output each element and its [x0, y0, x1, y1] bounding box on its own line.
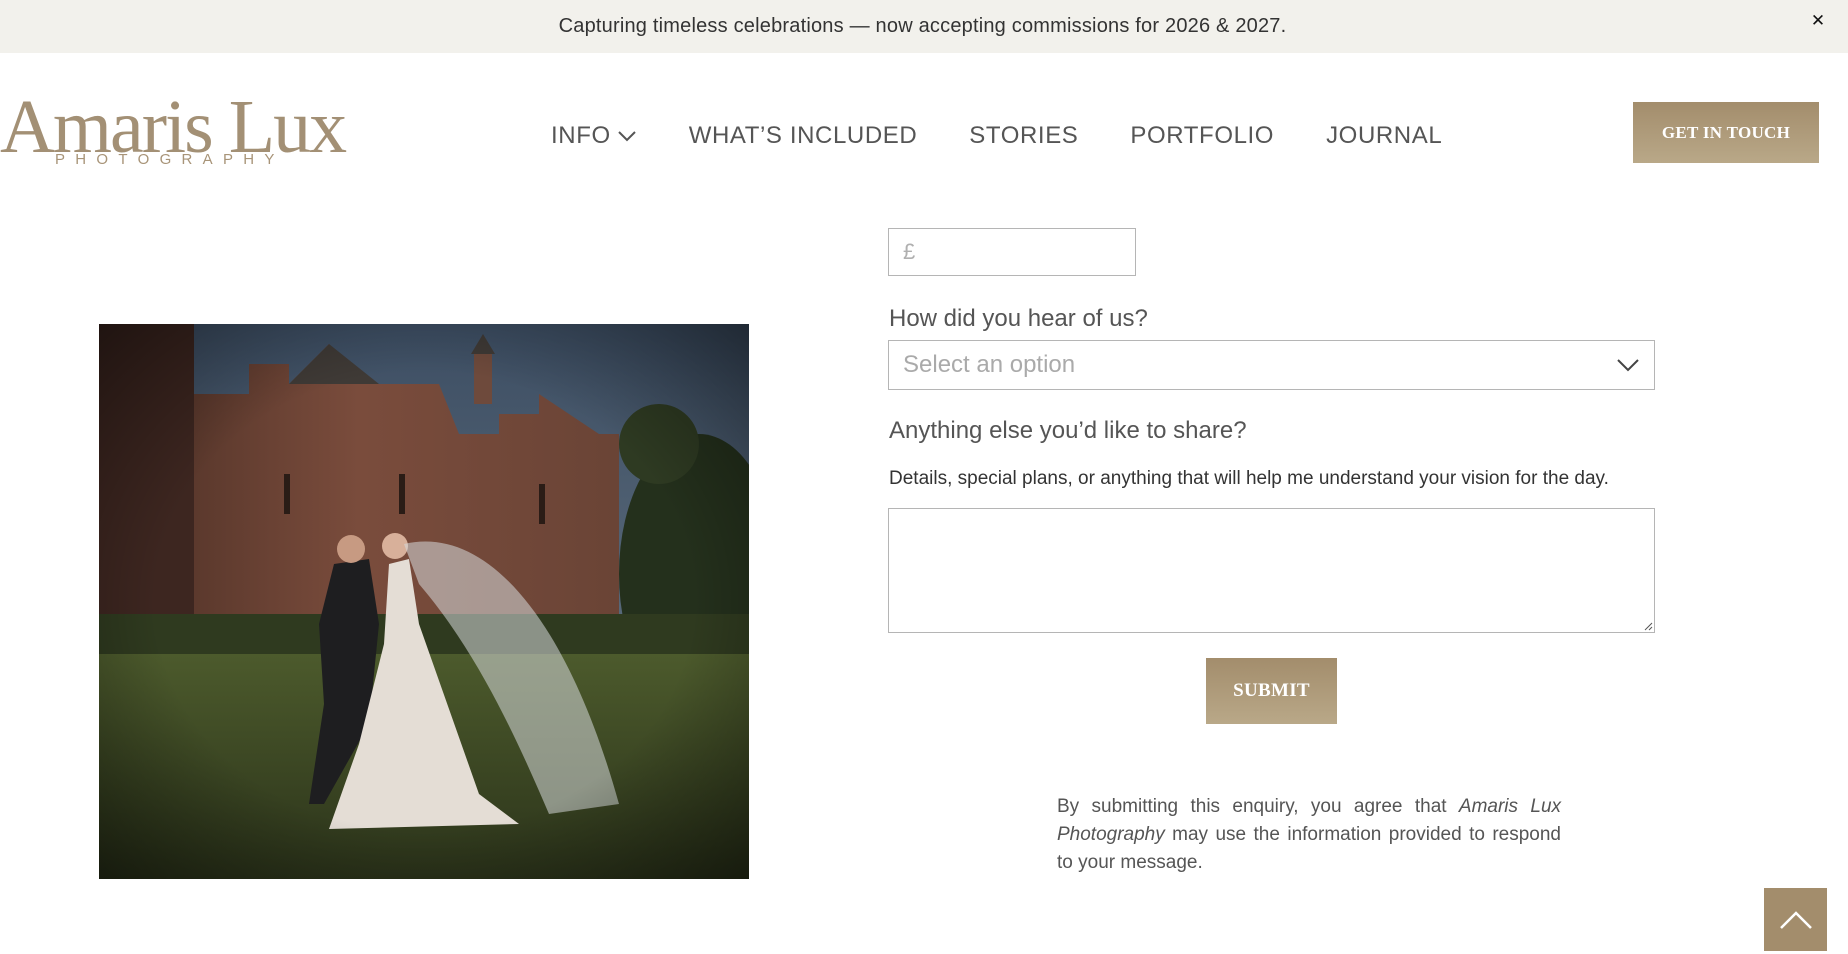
heard-select-value: Select an option [903, 351, 1076, 378]
chevron-down-icon [618, 131, 636, 142]
nav-item-info[interactable]: INFO [551, 122, 637, 150]
chevron-down-icon [1617, 359, 1639, 372]
heard-label: How did you hear of us? [889, 305, 1148, 332]
arrow-up-icon [1779, 910, 1812, 929]
main-nav: INFO WHAT’S INCLUDED STORIES PORTFOLIO J… [551, 116, 1442, 156]
heard-select[interactable]: Select an option [888, 340, 1655, 390]
photo-illustration [99, 324, 749, 879]
announcement-bar: Capturing timeless celebrations — now ac… [0, 0, 1848, 53]
nav-item-stories[interactable]: STORIES [969, 122, 1078, 150]
budget-placeholder: £ [903, 239, 916, 264]
share-help-text: Details, special plans, or anything that… [889, 468, 1609, 489]
logo[interactable]: Amaris Lux PHOTOGRAPHY [0, 89, 370, 184]
nav-item-label: JOURNAL [1326, 122, 1443, 149]
nav-item-label: PORTFOLIO [1130, 122, 1275, 149]
close-icon[interactable]: ✕ [1808, 10, 1828, 30]
share-textarea[interactable] [888, 508, 1655, 633]
wedding-photo [99, 324, 749, 879]
nav-item-portfolio[interactable]: PORTFOLIO [1130, 122, 1274, 150]
nav-item-label: STORIES [969, 122, 1079, 149]
resize-handle-icon[interactable] [1643, 621, 1653, 631]
get-in-touch-button[interactable]: GET IN TOUCH [1633, 102, 1819, 163]
share-label: Anything else you’d like to share? [889, 417, 1247, 444]
submit-button[interactable]: SUBMIT [1206, 658, 1337, 724]
nav-item-whats-included[interactable]: WHAT’S INCLUDED [689, 122, 918, 150]
nav-item-journal[interactable]: JOURNAL [1326, 122, 1442, 150]
nav-item-label: INFO [551, 122, 611, 149]
nav-item-label: WHAT’S INCLUDED [688, 122, 918, 149]
logo-tagline: PHOTOGRAPHY [55, 151, 285, 168]
announcement-text: Capturing timeless celebrations — now ac… [558, 15, 1287, 37]
consent-text: By submitting this enquiry, you agree th… [1057, 793, 1561, 877]
consent-before: By submitting this enquiry, you agree th… [1057, 796, 1459, 817]
site-header: Amaris Lux PHOTOGRAPHY INFO WHAT’S INCLU… [0, 53, 1848, 213]
budget-input[interactable]: £ [888, 228, 1136, 276]
back-to-top-button[interactable] [1764, 888, 1827, 951]
